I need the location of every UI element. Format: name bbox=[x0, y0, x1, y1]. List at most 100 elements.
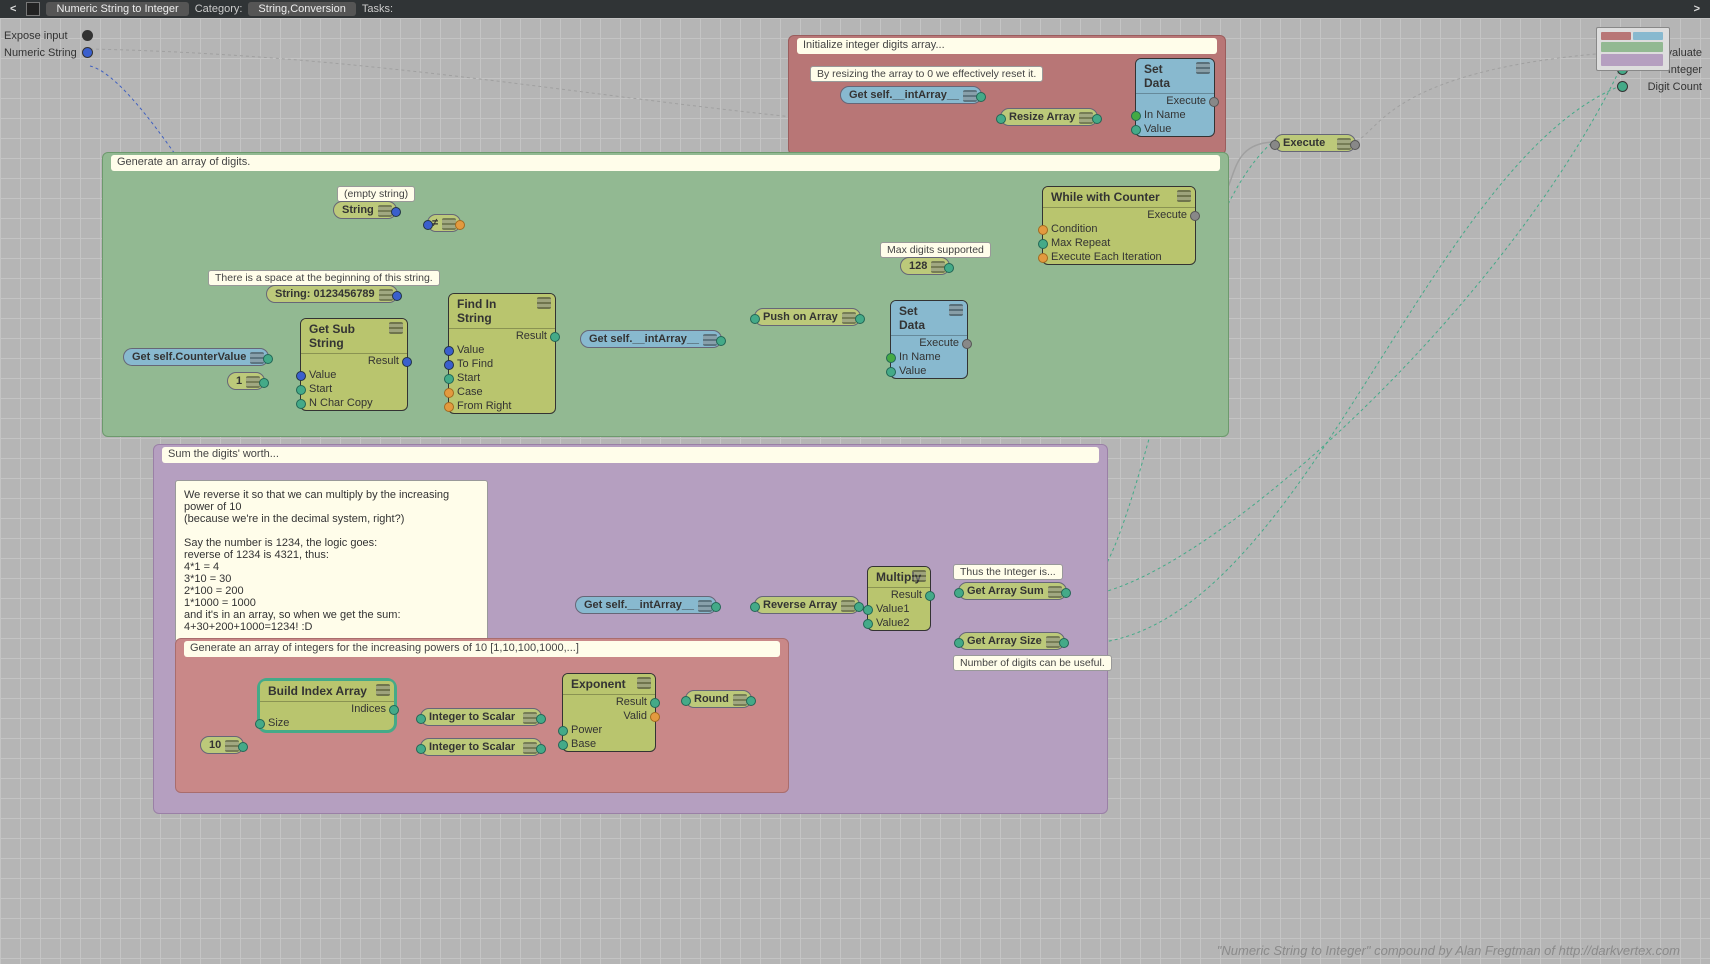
menu-icon[interactable] bbox=[1046, 636, 1060, 648]
node-string[interactable]: String bbox=[333, 201, 397, 219]
port-execute: Execute bbox=[1043, 208, 1195, 222]
node-label: Execute bbox=[1283, 137, 1325, 149]
port-label-digit-count: Digit Count bbox=[1648, 81, 1702, 93]
node-not-equal[interactable]: ≠ bbox=[427, 214, 461, 232]
comment-thus-integer: Thus the Integer is... bbox=[953, 564, 1063, 580]
menu-icon[interactable] bbox=[733, 694, 747, 706]
node-get-intarray-sum[interactable]: Get self.__intArray__ bbox=[575, 596, 717, 614]
category-field[interactable]: String,Conversion bbox=[248, 2, 355, 16]
overview-thumbnail[interactable] bbox=[1596, 27, 1670, 71]
port-condition: Condition bbox=[1043, 222, 1195, 236]
port-power: Power bbox=[563, 723, 655, 737]
node-label: 128 bbox=[909, 260, 927, 272]
node-get-counter[interactable]: Get self.CounterValue bbox=[123, 348, 269, 366]
menu-icon[interactable] bbox=[523, 712, 537, 724]
node-int-to-scalar-1[interactable]: Integer to Scalar bbox=[420, 708, 542, 726]
node-round[interactable]: Round bbox=[685, 690, 752, 708]
menu-icon[interactable] bbox=[698, 600, 712, 612]
node-reverse-array[interactable]: Reverse Array bbox=[754, 596, 860, 614]
menu-icon[interactable] bbox=[842, 312, 856, 324]
nav-forward-icon[interactable]: > bbox=[1690, 3, 1704, 15]
top-toolbar: < Numeric String to Integer Category: St… bbox=[0, 0, 1710, 18]
node-get-array-sum[interactable]: Get Array Sum bbox=[958, 582, 1067, 600]
port-value: Value bbox=[449, 343, 555, 357]
menu-icon[interactable] bbox=[1079, 112, 1093, 124]
node-resize-array[interactable]: Resize Array bbox=[1000, 108, 1098, 126]
node-multiply[interactable]: Multiply Result Value1 Value2 bbox=[867, 566, 931, 631]
port-case: Case bbox=[449, 385, 555, 399]
node-label: Get self.CounterValue bbox=[132, 351, 246, 363]
menu-icon[interactable] bbox=[376, 684, 390, 696]
menu-icon[interactable] bbox=[442, 218, 456, 230]
port-dot-numeric-string[interactable] bbox=[82, 47, 93, 58]
menu-icon[interactable] bbox=[250, 352, 264, 364]
port-value: Value bbox=[891, 364, 967, 378]
node-label: Get Array Sum bbox=[967, 585, 1044, 597]
node-get-intarray-mid[interactable]: Get self.__intArray__ bbox=[580, 330, 722, 348]
menu-icon[interactable] bbox=[537, 297, 551, 309]
category-label: Category: bbox=[195, 3, 243, 15]
node-build-index-array[interactable]: Build Index Array Indices Size bbox=[257, 678, 397, 733]
comment-max-digits: Max digits supported bbox=[880, 242, 991, 258]
menu-icon[interactable] bbox=[841, 600, 855, 612]
menu-icon[interactable] bbox=[378, 205, 392, 217]
menu-icon[interactable] bbox=[1048, 586, 1062, 598]
node-ten[interactable]: 10 bbox=[200, 736, 244, 754]
node-string-digits[interactable]: String: 0123456789 bbox=[266, 285, 398, 303]
node-while-counter[interactable]: While with Counter Execute Condition Max… bbox=[1042, 186, 1196, 265]
node-title: Set Data bbox=[899, 304, 925, 332]
port-value: Value bbox=[301, 368, 407, 382]
node-one[interactable]: 1 bbox=[227, 372, 265, 390]
port-dot-expose-input[interactable] bbox=[82, 30, 93, 41]
node-label: 10 bbox=[209, 739, 221, 751]
menu-icon[interactable] bbox=[379, 289, 393, 301]
menu-icon[interactable] bbox=[1177, 190, 1191, 202]
node-int-to-scalar-2[interactable]: Integer to Scalar bbox=[420, 738, 542, 756]
node-execute[interactable]: Execute bbox=[1274, 134, 1356, 152]
menu-icon[interactable] bbox=[949, 304, 963, 316]
port-in-name: In Name bbox=[1136, 108, 1214, 122]
node-label: Get self.__intArray__ bbox=[584, 599, 694, 611]
node-label: Integer to Scalar bbox=[429, 741, 515, 753]
node-find-in-string[interactable]: Find In String Result Value To Find Star… bbox=[448, 293, 556, 414]
port-dot-digit-count[interactable] bbox=[1617, 81, 1628, 92]
menu-icon[interactable] bbox=[1337, 138, 1351, 150]
node-label: String: 0123456789 bbox=[275, 288, 375, 300]
port-execute: Execute bbox=[1136, 94, 1214, 108]
menu-icon[interactable] bbox=[389, 322, 403, 334]
menu-icon[interactable] bbox=[703, 334, 717, 346]
node-set-data-top[interactable]: Set Data Execute In Name Value bbox=[1135, 58, 1215, 137]
graph-canvas[interactable]: Expose input Numeric String Evaluate Int… bbox=[0, 18, 1710, 964]
port-valid: Valid bbox=[563, 709, 655, 723]
group-title: Generate an array of digits. bbox=[111, 155, 1220, 171]
tasks-label: Tasks: bbox=[362, 3, 393, 15]
menu-icon[interactable] bbox=[246, 376, 260, 388]
comment-reset-tip: By resizing the array to 0 we effectivel… bbox=[810, 66, 1043, 82]
menu-icon[interactable] bbox=[225, 740, 239, 752]
node-exponent[interactable]: Exponent Result Valid Power Base bbox=[562, 673, 656, 752]
menu-icon[interactable] bbox=[523, 742, 537, 754]
nav-back-icon[interactable]: < bbox=[6, 3, 20, 15]
node-get-substring[interactable]: Get Sub String Result Value Start N Char… bbox=[300, 318, 408, 411]
menu-icon[interactable] bbox=[1196, 62, 1210, 74]
port-size: Size bbox=[260, 716, 394, 730]
node-128[interactable]: 128 bbox=[900, 257, 950, 275]
node-set-data-mid[interactable]: Set Data Execute In Name Value bbox=[890, 300, 968, 379]
node-title: Find In String bbox=[457, 297, 496, 325]
menu-icon[interactable] bbox=[931, 261, 945, 273]
menu-icon[interactable] bbox=[912, 570, 926, 582]
attribution-text: "Numeric String to Integer" compound by … bbox=[1217, 943, 1680, 958]
menu-icon[interactable] bbox=[963, 90, 977, 102]
node-push-on-array[interactable]: Push on Array bbox=[754, 308, 861, 326]
port-value: Value bbox=[1136, 122, 1214, 136]
port-indices: Indices bbox=[260, 702, 394, 716]
node-get-intarray-top[interactable]: Get self.__intArray__ bbox=[840, 86, 982, 104]
group-title: Generate an array of integers for the in… bbox=[184, 641, 780, 657]
menu-icon[interactable] bbox=[637, 677, 651, 689]
title-field[interactable]: Numeric String to Integer bbox=[46, 2, 188, 16]
comment-space-tip: There is a space at the beginning of thi… bbox=[208, 270, 440, 286]
toggle-checkbox[interactable] bbox=[26, 2, 40, 16]
port-in-name: In Name bbox=[891, 350, 967, 364]
port-label-expose-input: Expose input bbox=[4, 30, 68, 42]
node-get-array-size[interactable]: Get Array Size bbox=[958, 632, 1065, 650]
